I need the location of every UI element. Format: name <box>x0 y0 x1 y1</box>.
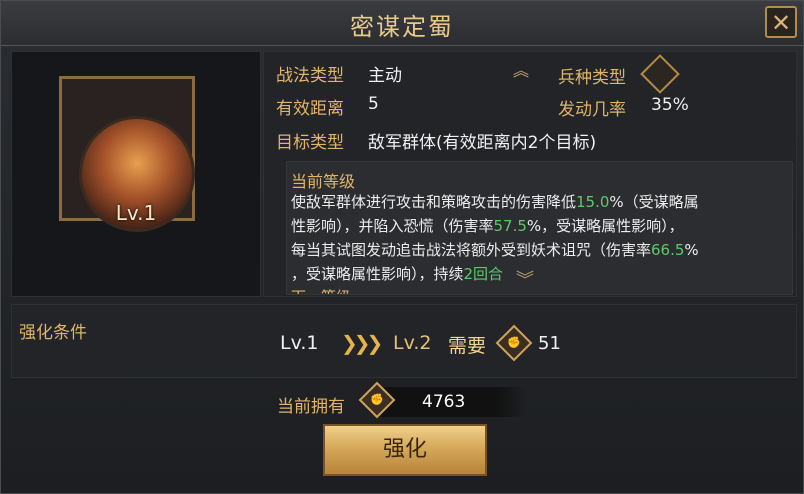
troop-type-label: 兵种类型 <box>558 68 626 88</box>
skill-type-value: 主动 <box>368 66 402 86</box>
need-label: 需要 <box>448 335 487 357</box>
target-type-label: 目标类型 <box>276 133 344 153</box>
divider-wave-icon: ︽ <box>513 61 530 80</box>
scroll-down-icon[interactable]: ︾ <box>516 266 544 291</box>
title-bar: 密谋定蜀 ✕ <box>1 1 803 46</box>
triple-chevron-right-icon: ❯❯❯ <box>341 331 383 355</box>
close-button[interactable]: ✕ <box>765 6 797 38</box>
close-icon: ✕ <box>770 9 792 37</box>
desc-line: 每当其试图发动追击战法将额外受到妖术诅咒（伤害率66.5% <box>291 241 699 259</box>
next-level-title: 下一等级 <box>291 286 351 294</box>
next-level-text: Lv.2 <box>393 332 432 354</box>
current-level-title: 当前等级 <box>291 172 356 191</box>
trigger-rate-value: 35% <box>651 95 689 115</box>
owned-label: 当前拥有 <box>277 397 345 417</box>
range-value: 5 <box>368 94 379 114</box>
enhance-button[interactable]: 强化 <box>323 424 487 476</box>
skill-type-label: 战法类型 <box>276 66 344 86</box>
range-label: 有效距离 <box>276 99 344 119</box>
dialog-title: 密谋定蜀 <box>350 13 454 41</box>
need-value: 51 <box>538 333 561 354</box>
trigger-rate-label: 发动几率 <box>558 100 626 120</box>
upgrade-condition-label: 强化条件 <box>19 323 87 343</box>
owned-value: 4763 <box>422 392 466 412</box>
current-level-text: Lv.1 <box>280 332 319 354</box>
target-type-value: 敌军群体(有效距离内2个目标) <box>368 133 597 153</box>
desc-line: 性影响），并陷入恐慌（伤害率57.5%，受谋略属性影响）， <box>291 217 684 235</box>
desc-line: 使敌军群体进行攻击和策略攻击的伤害降低15.0%（受谋略属 <box>291 193 699 211</box>
skill-level-badge: Lv.1 <box>115 201 157 225</box>
skill-upgrade-dialog: 密谋定蜀 ✕ Lv.1 战法类型 主动 ︽ 兵种类型 有效距离 5 发动几率 3… <box>0 0 804 494</box>
